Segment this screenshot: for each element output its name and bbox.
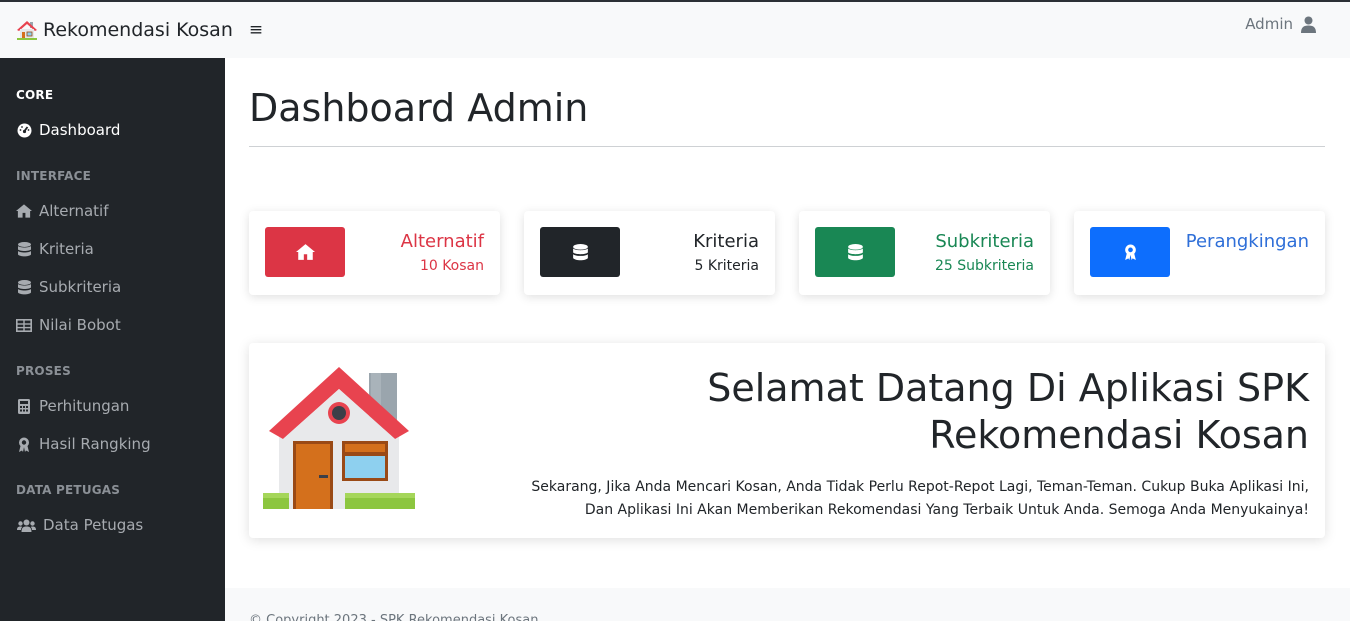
navbar-brand[interactable]: Rekomendasi Kosan: [16, 19, 233, 41]
footer: © Copyright 2023 - SPK Rekomendasi Kosan: [225, 588, 1350, 621]
card-subtitle: 5 Kriteria: [694, 258, 759, 274]
sidebar-item-dashboard[interactable]: Dashboard: [16, 121, 120, 139]
brand-label: Rekomendasi Kosan: [43, 19, 233, 41]
card-subkriteria[interactable]: Subkriteria 25 Subkriteria: [799, 211, 1050, 295]
sidebar-item-label: Nilai Bobot: [39, 316, 121, 334]
main-content: Dashboard Admin Alternatif 10 Kosan Krit…: [225, 58, 1350, 588]
sidebar-item-nilai-bobot[interactable]: Nilai Bobot: [16, 316, 121, 334]
user-menu[interactable]: Admin: [1245, 15, 1316, 33]
house-illustration-icon: [263, 367, 415, 509]
card-title: Perangkingan: [1185, 231, 1309, 252]
sidebar-item-label: Dashboard: [39, 121, 121, 139]
top-navbar: Rekomendasi Kosan ≡ Admin: [0, 0, 1350, 58]
sidebar: CORE Dashboard INTERFACE Alternatif Krit…: [0, 58, 225, 621]
house-logo-icon: [17, 21, 37, 40]
card-badge: [1090, 227, 1170, 277]
card-badge: [815, 227, 895, 277]
card-kriteria[interactable]: Kriteria 5 Kriteria: [524, 211, 775, 295]
sidebar-item-label: Perhitungan: [39, 397, 130, 415]
sidebar-item-perhitungan[interactable]: Perhitungan: [16, 397, 129, 415]
sidebar-toggle-icon[interactable]: ≡: [249, 20, 263, 40]
sidebar-item-data-petugas[interactable]: Data Petugas: [16, 516, 143, 534]
copyright-text: © Copyright 2023 - SPK Rekomendasi Kosan: [249, 613, 539, 621]
user-label: Admin: [1245, 15, 1293, 33]
user-icon: [1301, 16, 1316, 33]
card-alternatif[interactable]: Alternatif 10 Kosan: [249, 211, 500, 295]
sidebar-heading-proses: PROSES: [16, 364, 71, 378]
card-subtitle: 25 Subkriteria: [935, 258, 1034, 274]
title-divider: [249, 146, 1325, 147]
award-icon: [1124, 244, 1136, 260]
card-subtitle: 10 Kosan: [419, 258, 484, 274]
sidebar-item-kriteria[interactable]: Kriteria: [16, 240, 94, 258]
table-icon: [16, 317, 32, 333]
sidebar-item-label: Hasil Rangking: [39, 435, 151, 453]
card-badge: [540, 227, 620, 277]
sidebar-item-subkriteria[interactable]: Subkriteria: [16, 278, 121, 296]
sidebar-item-label: Data Petugas: [43, 516, 144, 534]
sidebar-item-alternatif[interactable]: Alternatif: [16, 202, 108, 220]
sidebar-heading-interface: INTERFACE: [16, 169, 92, 183]
card-title: Alternatif: [400, 231, 484, 252]
calculator-icon: [16, 398, 32, 414]
welcome-heading: Selamat Datang Di Aplikasi SPK Rekomenda…: [707, 366, 1309, 457]
home-icon: [295, 244, 315, 260]
page-title: Dashboard Admin: [249, 86, 589, 130]
database-icon: [16, 241, 32, 257]
sidebar-heading-core: CORE: [16, 88, 54, 102]
home-icon: [16, 203, 32, 219]
award-icon: [16, 436, 32, 452]
database-icon: [847, 243, 863, 260]
database-icon: [572, 243, 588, 260]
welcome-panel: Selamat Datang Di Aplikasi SPK Rekomenda…: [249, 343, 1325, 538]
database-icon: [16, 279, 32, 295]
card-badge: [265, 227, 345, 277]
gauge-icon: [16, 122, 32, 138]
sidebar-item-label: Alternatif: [39, 202, 109, 220]
sidebar-heading-data-petugas: DATA PETUGAS: [16, 483, 121, 497]
users-icon: [16, 517, 36, 533]
sidebar-item-label: Subkriteria: [39, 278, 122, 296]
sidebar-item-hasil-rangking[interactable]: Hasil Rangking: [16, 435, 151, 453]
sidebar-item-label: Kriteria: [39, 240, 94, 258]
welcome-description: Sekarang, Jika Anda Mencari Kosan, Anda …: [531, 479, 1309, 518]
card-title: Kriteria: [693, 231, 759, 252]
card-perangkingan[interactable]: Perangkingan: [1074, 211, 1325, 295]
card-title: Subkriteria: [935, 231, 1034, 252]
